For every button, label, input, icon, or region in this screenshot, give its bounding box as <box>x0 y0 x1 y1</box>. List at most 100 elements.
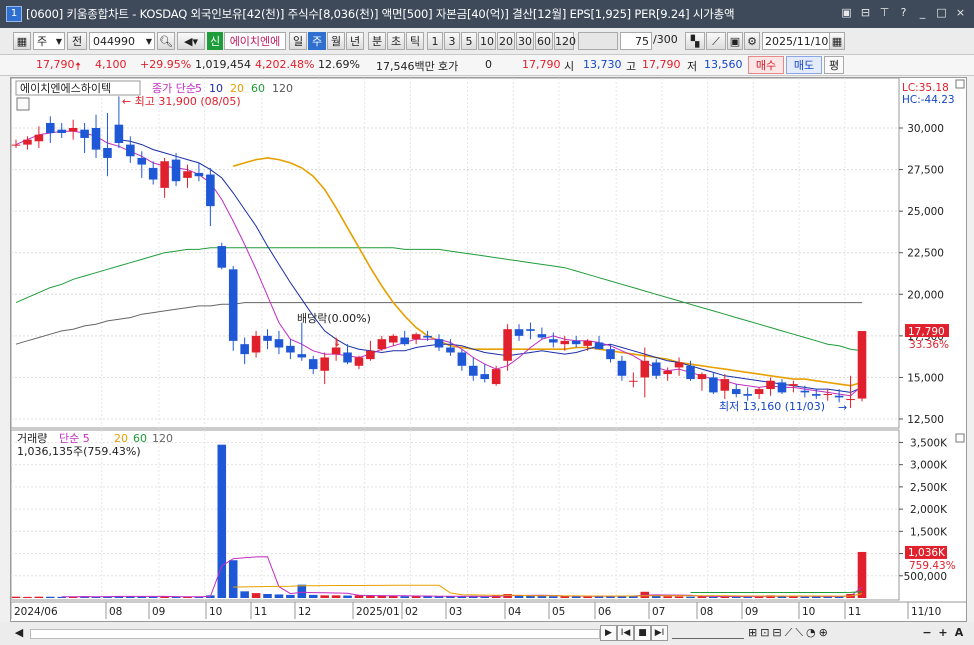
candle-body <box>434 339 444 348</box>
sound-icon[interactable]: ◀▾ <box>177 32 205 50</box>
high-label: 고 <box>626 60 637 73</box>
volume-bar <box>331 595 341 598</box>
volume-bar <box>800 596 810 598</box>
candle-body <box>23 139 32 145</box>
date-input[interactable]: 2025/11/10 <box>762 32 830 50</box>
chart-area[interactable]: 30,00027,50025,00022,50020,00017,50015,0… <box>9 77 967 622</box>
x-tick-label: 09 <box>152 606 165 618</box>
scroll-left-icon[interactable]: ◀ <box>12 625 26 641</box>
dropdown-arrow-icon: ▼ <box>55 37 62 46</box>
window-control-5-icon[interactable]: □ <box>934 5 949 20</box>
candle-body <box>834 395 844 398</box>
window-control-6-icon[interactable]: × <box>953 5 968 20</box>
quote-low: 13,560 <box>704 58 743 71</box>
volume-bar <box>560 596 570 598</box>
zoom-0-button[interactable]: − <box>920 625 934 641</box>
interval-60-button[interactable]: 60 <box>535 32 553 50</box>
prev-button[interactable]: 전 <box>67 32 87 50</box>
candle-body <box>354 357 364 366</box>
timeframe-3-button[interactable]: 년 <box>346 32 364 50</box>
quote-bar: 17,790 🠅 4,100 +29.95% 1,019,454 4,202.4… <box>0 55 974 76</box>
x-tick-label: 10 <box>209 606 222 618</box>
candle-body <box>469 365 478 376</box>
candle-body <box>274 339 284 348</box>
nav-2-button[interactable]: ■ <box>634 625 651 641</box>
x-tick-label: 11 <box>848 606 861 618</box>
layout-icon[interactable]: ▦ <box>13 32 31 50</box>
candle-body <box>663 370 672 375</box>
price-tick-label: 27,500 <box>907 165 944 177</box>
calendar-icon[interactable]: ▦ <box>829 32 845 50</box>
interval-1-button[interactable]: 1 <box>427 32 443 50</box>
timeframe-0-button[interactable]: 일 <box>289 32 307 50</box>
window-control-1-icon[interactable]: ⊟ <box>858 5 873 20</box>
interval-10-button[interactable]: 10 <box>478 32 496 50</box>
new-badge: 신 <box>207 32 223 50</box>
window-control-0-icon[interactable]: ▣ <box>839 5 854 20</box>
interval-30-button[interactable]: 30 <box>516 32 534 50</box>
nav-1-button[interactable]: I◀ <box>617 625 634 641</box>
window-control-4-icon[interactable]: _ <box>915 5 930 20</box>
search-icon[interactable]: 🔍︎ <box>157 32 175 50</box>
window-control-3-icon[interactable]: ? <box>896 5 911 20</box>
volume-tick-label: 1,500K <box>910 526 948 538</box>
candle-body <box>811 394 821 396</box>
x-tick-label: 08 <box>109 606 122 618</box>
candle-body <box>80 129 89 138</box>
interval-20-button[interactable]: 20 <box>497 32 515 50</box>
timeframe-2-button[interactable]: 월 <box>327 32 345 50</box>
candle-body <box>366 350 375 360</box>
quote-volume: 1,019,454 <box>195 58 251 71</box>
save-icon[interactable]: ▣ <box>727 32 743 50</box>
sell-button[interactable]: 매도 <box>786 56 822 74</box>
volume-tick-label: 2,500K <box>910 482 948 494</box>
interval-3-button[interactable]: 3 <box>444 32 460 50</box>
interval-120-button[interactable]: 120 <box>554 32 576 50</box>
interval-5-button[interactable]: 5 <box>461 32 477 50</box>
candle-body <box>46 123 55 133</box>
candle-body <box>148 167 158 180</box>
timeframe-6-button[interactable]: 틱 <box>406 32 424 50</box>
x-tick-label: 08 <box>700 606 713 618</box>
candle-body <box>846 399 855 401</box>
drawing-tools[interactable]: ⊞⊡⊟⟋⟍◔⊕ <box>748 625 948 641</box>
window-title-bar: 1 [0600] 키움종합차트 - KOSDAQ 외국인보유[42(천)] 주식… <box>0 0 974 28</box>
x-tick-label: 07 <box>652 606 665 618</box>
chart-navigation-bar: ◀ ▶ I◀ ■ ▶I ⊞⊡⊟⟋⟍◔⊕ − + A <box>0 622 974 645</box>
nav-3-button[interactable]: ▶I <box>651 625 668 641</box>
candle-body <box>514 329 524 336</box>
gear-icon[interactable]: ⚙ <box>744 32 760 50</box>
timeframe-4-button[interactable]: 분 <box>368 32 386 50</box>
zoom-2-button[interactable]: A <box>952 625 966 641</box>
quote-turnover: 12.69% <box>318 58 360 71</box>
x-tick-label: 10 <box>802 606 815 618</box>
window-control-2-icon[interactable]: ⊤ <box>877 5 892 20</box>
custom-interval-input[interactable] <box>578 32 618 50</box>
candle-body <box>731 389 741 395</box>
candle-body <box>766 380 775 390</box>
stock-name-field: 에이치엔에 <box>224 32 286 50</box>
period-select[interactable]: 주 ▼ <box>33 32 65 50</box>
volume-bar <box>263 594 272 598</box>
count-input[interactable]: 75 <box>620 32 652 50</box>
stock-code-input[interactable]: 044990 ▼ <box>89 32 155 50</box>
zoom-slider[interactable] <box>672 628 744 639</box>
volume-bar <box>343 595 352 598</box>
nav-0-button[interactable]: ▶ <box>600 625 617 641</box>
chart-canvas[interactable]: 30,00027,50025,00022,50020,00017,50015,0… <box>9 77 966 621</box>
candle-body <box>320 357 329 371</box>
volume-tick-label: 2,000K <box>910 504 948 516</box>
eval-button[interactable]: 평 <box>824 56 844 74</box>
quote-change-pct: +29.95% <box>140 58 192 71</box>
horizontal-scrollbar[interactable] <box>30 629 600 639</box>
price-tick-label: 30,000 <box>907 123 944 135</box>
indicator-icon[interactable]: ▚ <box>685 32 705 50</box>
zoom-1-button[interactable]: + <box>936 625 950 641</box>
buy-button[interactable]: 매수 <box>748 56 784 74</box>
candle-body <box>68 128 78 132</box>
timeframe-1-button[interactable]: 주 <box>308 32 326 50</box>
timeframe-5-button[interactable]: 초 <box>387 32 405 50</box>
low-label: 저 <box>687 60 698 73</box>
line-draw-icon[interactable]: ⟋ <box>706 32 726 50</box>
volume-bar <box>46 596 55 598</box>
